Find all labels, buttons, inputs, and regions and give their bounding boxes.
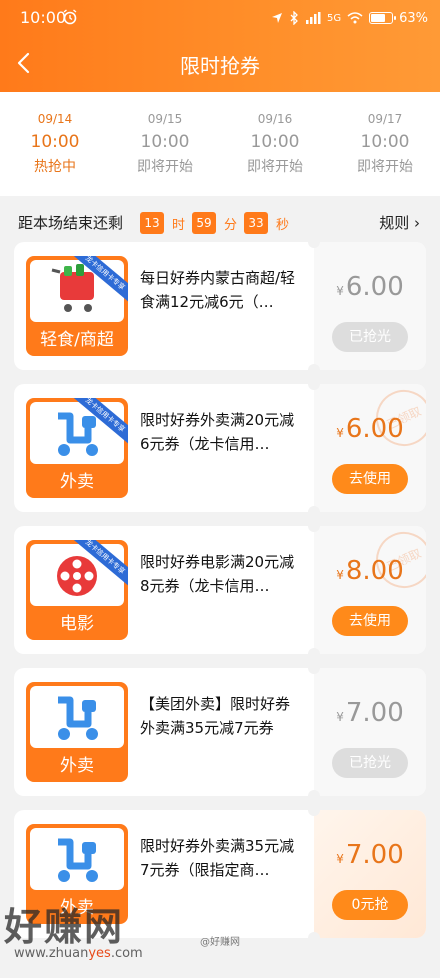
watermark-weibo: @好赚网 (200, 937, 240, 948)
coupon-notch (308, 790, 320, 796)
watermark-url-suffix: .com (110, 946, 143, 961)
watermark-url-mid: yes (88, 946, 111, 961)
coupon-price: ¥6.00 (314, 414, 426, 444)
coupon-price: ¥8.00 (314, 556, 426, 586)
currency-symbol: ¥ (336, 284, 344, 298)
countdown-hours: 13 (140, 212, 164, 234)
tab-date: 09/14 (37, 112, 73, 126)
coupon-price: ¥7.00 (314, 840, 426, 870)
thumbnail-inner (30, 686, 124, 748)
wifi-icon (347, 12, 363, 24)
coupon-description: 限时好券外卖满35元减7元券（限指定商… (140, 837, 295, 879)
coupon-notch (308, 506, 320, 512)
rules-label: 规则 (379, 214, 410, 232)
price-value: 8.00 (345, 556, 404, 586)
coupon-category: 外卖 (60, 472, 94, 492)
tab-status: 即将开始 (137, 159, 193, 175)
tab-time: 10:00 (140, 132, 190, 152)
coupon-description: 限时好券电影满20元减8元券（龙卡信用… (140, 553, 295, 595)
coupon-thumbnail: 外卖 (26, 682, 128, 782)
use-button[interactable]: 去使用 (332, 464, 408, 494)
coupon-description: 【美团外卖】限时好券外卖满35元减7元券 (140, 695, 291, 737)
date-tabs: 09/14 10:00 热抢中 09/15 10:00 即将开始 09/16 1… (0, 92, 440, 196)
countdown-minutes: 59 (192, 212, 216, 234)
sold-out-button[interactable]: 已抢光 (332, 748, 408, 778)
coupon-price: ¥6.00 (314, 272, 426, 302)
tab-status: 即将开始 (357, 159, 413, 175)
watermark-url-prefix: www.zhuan (14, 946, 89, 961)
scooter-icon (58, 696, 98, 740)
coupon-notch (308, 932, 320, 938)
countdown-label: 距本场结束还剩 (18, 214, 124, 232)
coupon-card[interactable]: 已领取 龙卡信用卡专享 电影 限时好券电影满20元减8元券（龙卡信用… ¥8.0… (14, 526, 426, 654)
tab-status: 即将开始 (247, 159, 303, 175)
signal-icon (305, 12, 321, 24)
coupon-thumbnail: 龙卡信用卡专享 外卖 (26, 398, 128, 498)
coupon-thumbnail: 龙卡信用卡专享 轻食/商超 (26, 256, 128, 356)
coupon-card[interactable]: 外卖 【美团外卖】限时好券外卖满35元减7元券 ¥7.00 已抢光 (14, 668, 426, 796)
coupon-notch (308, 648, 320, 654)
countdown-hours-unit: 时 (172, 218, 186, 233)
coupon-description: 限时好券外卖满20元减6元券（龙卡信用… (140, 411, 295, 453)
tab-status: 热抢中 (34, 159, 76, 175)
price-value: 6.00 (345, 414, 404, 444)
page-title: 限时抢券 (180, 54, 260, 78)
coupon-thumbnail: 龙卡信用卡专享 电影 (26, 540, 128, 640)
watermark-brand: 好赚网 (4, 905, 125, 949)
date-tab-2[interactable]: 09/15 10:00 即将开始 (110, 92, 220, 196)
coupon-price: ¥7.00 (314, 698, 426, 728)
tab-time: 10:00 (30, 132, 80, 152)
countdown-seconds: 33 (244, 212, 268, 234)
sold-out-button[interactable]: 已抢光 (332, 322, 408, 352)
status-bar: 10:00 5G 63% (0, 0, 440, 36)
price-value: 7.00 (345, 698, 404, 728)
price-value: 6.00 (345, 272, 404, 302)
coupon-category: 轻食/商超 (40, 330, 114, 350)
currency-symbol: ¥ (336, 710, 344, 724)
watermark-url: www.zhuanyes.com (14, 946, 143, 961)
battery-fill (371, 14, 385, 22)
tab-time: 10:00 (250, 132, 300, 152)
status-indicators: 5G 63% (271, 9, 428, 27)
currency-symbol: ¥ (336, 426, 344, 440)
battery-text: 63% (399, 10, 428, 26)
alarm-icon (63, 9, 77, 25)
date-tab-4[interactable]: 09/17 10:00 即将开始 (330, 92, 440, 196)
date-tab-3[interactable]: 09/16 10:00 即将开始 (220, 92, 330, 196)
tab-date: 09/17 (367, 112, 403, 126)
network-type: 5G (326, 12, 342, 24)
coupon-category: 电影 (60, 614, 94, 634)
coupon-description: 每日好券内蒙古商超/轻食满12元减6元（… (140, 269, 296, 311)
coupon-card[interactable]: 龙卡信用卡专享 轻食/商超 每日好券内蒙古商超/轻食满12元减6元（… ¥6.0… (14, 242, 426, 370)
countdown-row: 距本场结束还剩 13 时 59 分 33 秒 规则 › (0, 204, 440, 240)
coupon-notch (308, 364, 320, 370)
status-time: 10:00 (20, 8, 67, 27)
header: 10:00 5G 63% 限时抢券 (0, 0, 440, 92)
currency-symbol: ¥ (336, 852, 344, 866)
battery-icon (369, 12, 397, 24)
tab-date: 09/15 (147, 112, 183, 126)
countdown-minutes-unit: 分 (224, 218, 238, 233)
coupon-category: 外卖 (60, 756, 94, 776)
coupon-card[interactable]: 已领取 龙卡信用卡专享 外卖 限时好券外卖满20元减6元券（龙卡信用… ¥6.0… (14, 384, 426, 512)
bluetooth-icon (290, 11, 298, 25)
rules-link[interactable]: 规则 › (379, 212, 420, 233)
tab-date: 09/16 (257, 112, 293, 126)
grab-free-button[interactable]: 0元抢 (332, 890, 408, 920)
currency-symbol: ¥ (336, 568, 344, 582)
thumbnail-inner (30, 828, 124, 890)
countdown-seconds-unit: 秒 (276, 218, 290, 233)
use-button[interactable]: 去使用 (332, 606, 408, 636)
scooter-icon (58, 838, 98, 882)
location-icon (271, 13, 282, 23)
tab-time: 10:00 (360, 132, 410, 152)
price-value: 7.00 (345, 840, 404, 870)
date-tab-1[interactable]: 09/14 10:00 热抢中 (0, 92, 110, 196)
